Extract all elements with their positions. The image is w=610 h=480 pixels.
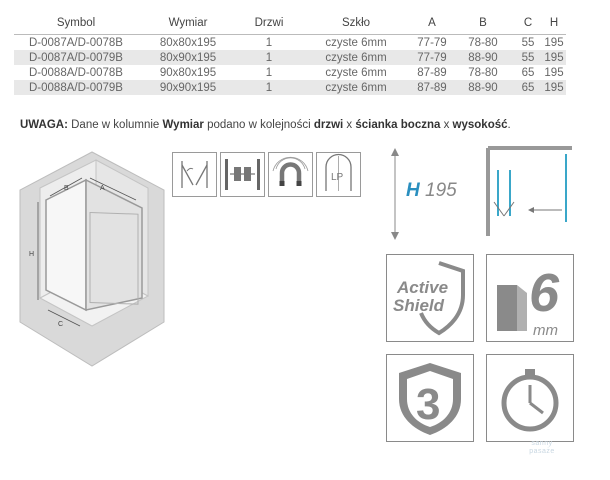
dim-h-label: H xyxy=(29,251,34,258)
cell-a: 77-79 xyxy=(412,50,452,65)
cell-szklo: czyste 6mm xyxy=(300,34,412,50)
dim-c-label: C xyxy=(58,321,63,328)
hinge-door-icon xyxy=(172,152,217,197)
note-text: x xyxy=(440,119,453,131)
cell-drzwi: 1 xyxy=(238,34,300,50)
table-row: D-0087A/D-0078B 80x80x195 1 czyste 6mm 7… xyxy=(14,34,566,50)
table-row: D-0088A/D-0079B 90x90x195 1 czyste 6mm 8… xyxy=(14,80,566,95)
table-row: D-0087A/D-0079B 80x90x195 1 czyste 6mm 7… xyxy=(14,50,566,65)
note-label: UWAGA: xyxy=(20,119,68,131)
header-drzwi: Drzwi xyxy=(238,12,300,35)
warranty-badge: 3 xyxy=(386,354,474,442)
cell-h: 195 xyxy=(542,80,566,95)
cell-h: 195 xyxy=(542,65,566,80)
dim-a-label: A xyxy=(100,185,105,192)
cell-c: 65 xyxy=(514,80,542,95)
cell-symbol: D-0088A/D-0079B xyxy=(14,80,138,95)
cell-drzwi: 1 xyxy=(238,80,300,95)
cell-symbol: D-0088A/D-0078B xyxy=(14,65,138,80)
glass-thickness: 6 xyxy=(529,263,560,323)
cell-h: 195 xyxy=(542,50,566,65)
magnet-icon xyxy=(268,152,313,197)
cell-b: 78-80 xyxy=(452,34,514,50)
top-view-diagram xyxy=(486,146,572,236)
lp-text: LP xyxy=(331,172,344,183)
cell-b: 78-80 xyxy=(452,65,514,80)
height-prefix: H xyxy=(406,180,420,201)
left-right-icon: LP xyxy=(316,152,361,197)
header-wymiar: Wymiar xyxy=(138,12,238,35)
cell-szklo: czyste 6mm xyxy=(300,65,412,80)
note-bold: wysokość xyxy=(452,119,508,131)
cell-wymiar: 80x80x195 xyxy=(138,34,238,50)
cell-drzwi: 1 xyxy=(238,65,300,80)
warranty-years: 3 xyxy=(416,380,440,429)
header-a: A xyxy=(412,12,452,35)
active-shield-line1: Active xyxy=(396,278,448,297)
glass-6mm-badge: 6 mm xyxy=(486,254,574,342)
cell-c: 55 xyxy=(514,34,542,50)
cell-b: 88-90 xyxy=(452,80,514,95)
height-value: 195 xyxy=(425,180,457,201)
cell-wymiar: 90x80x195 xyxy=(138,65,238,80)
cell-drzwi: 1 xyxy=(238,50,300,65)
clock-badge xyxy=(486,354,574,442)
note-bold: drzwi xyxy=(313,119,344,131)
cell-szklo: czyste 6mm xyxy=(300,50,412,65)
spec-table: Symbol Wymiar Drzwi Szkło A B C H D-0087… xyxy=(14,12,566,95)
note-bold: Wymiar xyxy=(162,119,204,131)
header-c: C xyxy=(514,12,542,35)
note: UWAGA: Dane w kolumnie Wymiar podano w k… xyxy=(20,119,511,131)
iso-door-panel xyxy=(45,178,87,312)
cell-symbol: D-0087A/D-0078B xyxy=(14,34,138,50)
cell-h: 195 xyxy=(542,34,566,50)
cell-a: 87-89 xyxy=(412,65,452,80)
cell-b: 88-90 xyxy=(452,50,514,65)
active-shield-badge: Active Shield xyxy=(386,254,474,342)
cell-a: 87-89 xyxy=(412,80,452,95)
note-text: x xyxy=(343,119,356,131)
header-szklo: Szkło xyxy=(300,12,412,35)
height-label: H 195 xyxy=(406,180,457,202)
cell-szklo: czyste 6mm xyxy=(300,80,412,95)
table-row: D-0088A/D-0078B 90x80x195 1 czyste 6mm 8… xyxy=(14,65,566,80)
header-h: H xyxy=(542,12,566,35)
watermark: sanny pasaże xyxy=(529,440,555,455)
cell-c: 55 xyxy=(514,50,542,65)
active-shield-line2: Shield xyxy=(393,296,445,315)
table-header-row: Symbol Wymiar Drzwi Szkło A B C H xyxy=(14,12,566,35)
header-symbol: Symbol xyxy=(14,12,138,35)
shower-iso-diagram: B A H C xyxy=(19,151,165,367)
note-text: . xyxy=(507,119,511,131)
cell-c: 65 xyxy=(514,65,542,80)
cell-wymiar: 90x90x195 xyxy=(138,80,238,95)
dim-b-label: B xyxy=(64,185,69,192)
cell-symbol: D-0087A/D-0079B xyxy=(14,50,138,65)
height-arrow xyxy=(391,148,399,240)
note-bold: ścianka boczna xyxy=(355,119,441,131)
cell-wymiar: 80x90x195 xyxy=(138,50,238,65)
cell-a: 77-79 xyxy=(412,34,452,50)
note-text: podano w kolejności xyxy=(203,119,314,131)
handle-icon xyxy=(220,152,265,197)
glass-unit: mm xyxy=(533,322,558,339)
note-text: Dane w kolumnie xyxy=(67,119,163,131)
header-b: B xyxy=(452,12,514,35)
